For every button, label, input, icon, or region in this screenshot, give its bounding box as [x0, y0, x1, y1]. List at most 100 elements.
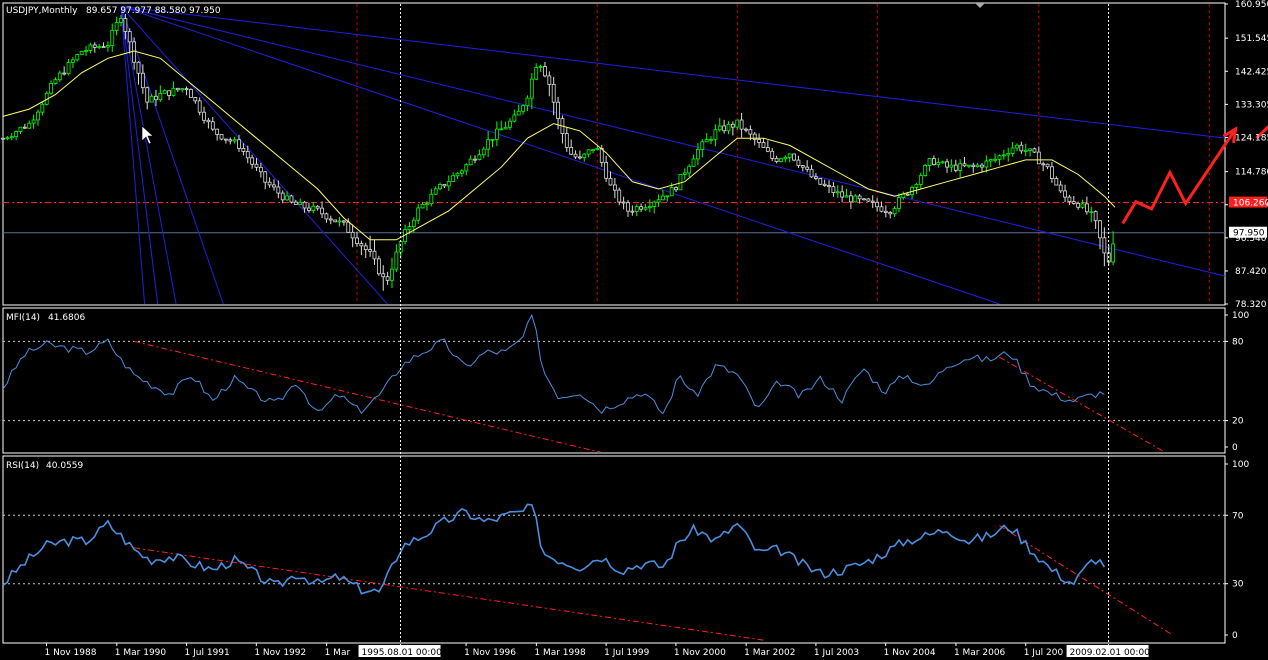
- candle-body: [547, 75, 552, 85]
- candle-body: [735, 119, 740, 128]
- candle-body: [901, 193, 906, 198]
- tick-label: 80: [1232, 337, 1244, 347]
- candle-body: [770, 150, 775, 159]
- candle-body: [438, 184, 442, 190]
- candle-body: [713, 129, 718, 140]
- tick-label: 100: [1232, 460, 1249, 470]
- candle-body: [608, 177, 613, 186]
- candle-body: [245, 151, 250, 159]
- candle-body: [980, 164, 984, 168]
- candle-body: [621, 201, 626, 204]
- candle-body: [1045, 163, 1050, 168]
- candle-body: [263, 171, 268, 183]
- x-tick-label: 1 Jul 2003: [814, 648, 859, 658]
- candle-body: [971, 164, 976, 167]
- candle: [219, 133, 224, 141]
- candle-body: [1093, 211, 1098, 222]
- usdjpy-trading-chart[interactable]: USDJPY,Monthly 89.657 97.977 88.580 97.9…: [0, 0, 1268, 660]
- candle-body: [647, 206, 652, 209]
- candle-body: [14, 131, 19, 138]
- candle-body: [1084, 203, 1089, 213]
- candle-body: [324, 213, 329, 220]
- candle-body: [79, 51, 84, 56]
- price-panel-title: USDJPY,Monthly: [6, 6, 78, 16]
- candle-body: [787, 153, 792, 158]
- candle-body: [425, 203, 429, 206]
- candle-body: [949, 164, 954, 168]
- candle-body: [1019, 144, 1024, 152]
- candle-body: [105, 45, 110, 48]
- candle-body: [993, 158, 998, 161]
- candle-body: [726, 123, 731, 132]
- candle-body: [748, 129, 753, 135]
- crosshair-date-text: 2009.02.01 00:00: [1070, 648, 1151, 658]
- candle-body: [862, 198, 866, 201]
- candle-body: [197, 100, 202, 113]
- price-tick-label: 133.305: [1235, 100, 1268, 110]
- candle-body: [123, 18, 128, 32]
- tick-label: 20: [1232, 417, 1244, 427]
- candle-body: [875, 201, 880, 208]
- candle-body: [827, 185, 831, 188]
- candle-body: [700, 141, 705, 150]
- candle-body: [486, 139, 491, 150]
- candle-body: [5, 137, 10, 140]
- candle: [866, 197, 871, 202]
- candle-body: [988, 159, 993, 162]
- x-tick-label: 1 Jul 200: [1024, 648, 1064, 658]
- candle-body: [167, 90, 171, 96]
- candle-body: [302, 201, 307, 209]
- candle-body: [1001, 154, 1006, 157]
- price-tick-label: 78.320: [1235, 300, 1267, 310]
- candle-body: [477, 154, 482, 160]
- candle: [862, 198, 866, 201]
- candle-body: [840, 191, 845, 198]
- candle-body: [328, 218, 333, 221]
- candle-body: [75, 54, 80, 61]
- candle-body: [822, 183, 827, 186]
- candle-body: [1071, 201, 1076, 204]
- x-tick-label: 1 Mar 1990: [115, 648, 167, 658]
- candle-body: [494, 128, 499, 140]
- candle-body: [127, 31, 132, 43]
- candle-body: [848, 195, 853, 203]
- ohlc-readout: 89.657 97.977 88.580 97.950: [86, 6, 221, 16]
- candle-body: [805, 166, 810, 170]
- candle-body: [307, 207, 311, 211]
- candle-body: [1058, 184, 1063, 192]
- candle-body: [918, 175, 923, 185]
- candle-body: [892, 207, 897, 215]
- candle-body: [258, 166, 263, 173]
- candle-body: [416, 207, 421, 221]
- rsi-title: RSI(14): [6, 461, 39, 471]
- candle-body: [835, 191, 840, 194]
- candle-body: [1010, 147, 1015, 154]
- candle-body: [320, 207, 324, 215]
- candle-body: [1089, 211, 1094, 214]
- candle: [79, 50, 84, 56]
- candle-body: [945, 161, 949, 168]
- candle-body: [1080, 203, 1085, 208]
- candle-body: [630, 210, 635, 213]
- candle-body: [490, 138, 495, 141]
- candle-body: [853, 195, 858, 203]
- candle-body: [529, 78, 534, 99]
- candle-body: [1050, 166, 1054, 179]
- current-price-tag-text: 97.950: [1233, 229, 1265, 239]
- current-price-tag: 97.950: [1229, 226, 1267, 239]
- candle-body: [997, 155, 1002, 160]
- candle-body: [62, 72, 67, 75]
- candle-body: [578, 156, 582, 159]
- candle-body: [350, 231, 355, 239]
- candle-body: [521, 105, 525, 112]
- candle-body: [254, 163, 259, 168]
- candle-body: [140, 72, 145, 89]
- candle-body: [385, 276, 390, 281]
- candle-body: [936, 162, 941, 165]
- candle: [189, 88, 193, 98]
- candle-body: [241, 148, 246, 152]
- candle-body: [809, 168, 814, 178]
- candle-body: [110, 29, 115, 46]
- candle-body: [315, 205, 320, 209]
- tick-label: 0: [1232, 443, 1238, 453]
